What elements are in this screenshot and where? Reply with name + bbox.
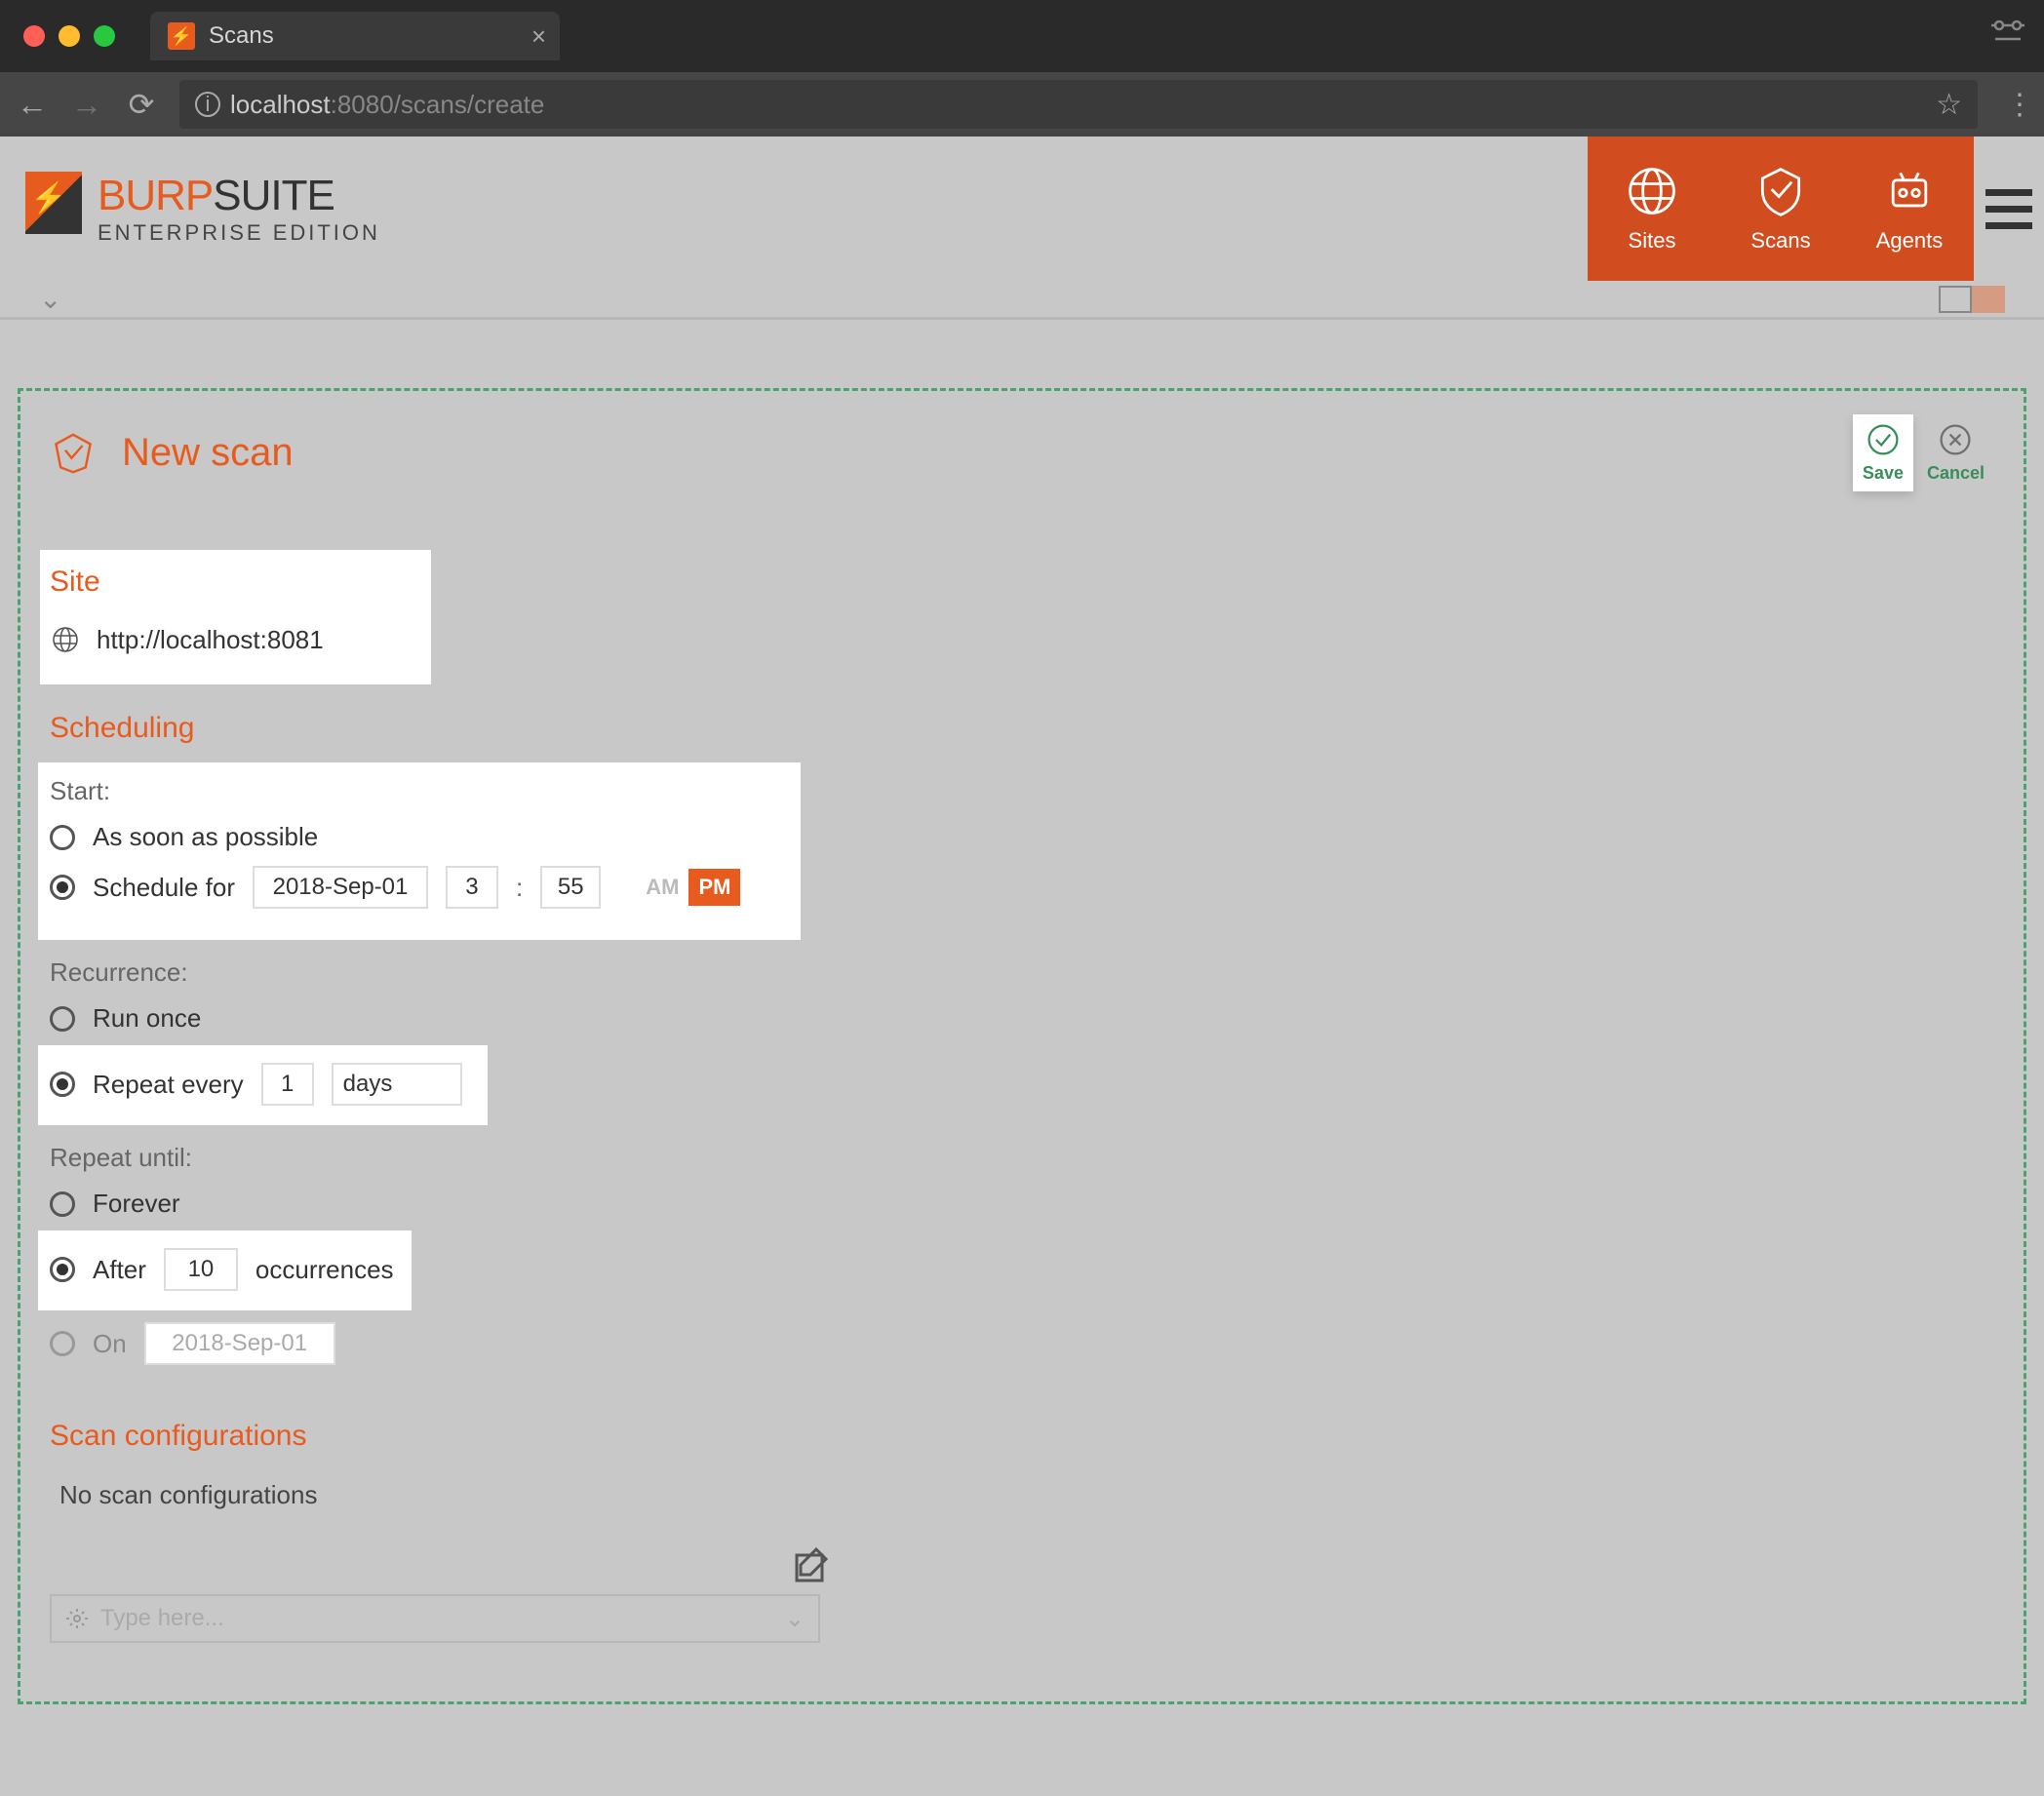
start-asap-option[interactable]: As soon as possible [50,820,740,854]
new-scan-panel: New scan Save Cancel Site http://localho… [18,388,2026,1704]
nav-scans[interactable]: Scans [1716,137,1845,281]
shield-icon [1753,164,1808,218]
robot-icon [1882,164,1937,218]
tab-title: Scans [209,22,531,50]
schedule-hour-input[interactable] [446,866,498,909]
recurrence-repeat-option[interactable]: Repeat every [50,1061,462,1108]
forward-icon[interactable]: → [70,87,103,123]
site-section-title: Site [50,566,324,599]
top-nav: Sites Scans Agents [1588,137,1974,281]
gear-icon [65,1607,89,1630]
sub-toolbar: ⌄ [0,281,2044,320]
panel-title: New scan [122,431,294,475]
logo-mark-icon [25,172,82,234]
view-toggle-left[interactable] [1939,286,1972,313]
edit-icon[interactable] [791,1545,830,1584]
panel-header: New scan Save Cancel [50,414,1994,491]
url-text: localhost:8080/scans/create [230,90,544,120]
maximize-window-icon[interactable] [94,25,115,47]
radio-checked-icon[interactable] [50,1072,75,1097]
address-bar-row: ← → ⟳ i localhost:8080/scans/create ☆ ⋮ [0,72,2044,137]
scan-config-section: Scan configurations No scan configuratio… [50,1420,1994,1643]
recurrence-run-once-option[interactable]: Run once [50,1001,1994,1035]
browser-menu-icon[interactable]: ⋮ [2005,88,2028,122]
nav-agents[interactable]: Agents [1845,137,1974,281]
cancel-button[interactable]: Cancel [1917,414,1994,491]
minimize-window-icon[interactable] [59,25,80,47]
close-circle-icon [1938,422,1973,457]
radio-checked-icon[interactable] [50,875,75,900]
radio-icon[interactable] [50,1331,75,1356]
close-tab-icon[interactable]: × [531,21,546,52]
after-occurrences-box: After occurrences [38,1230,412,1310]
recurrence-repeat-option-box: Repeat every [38,1045,488,1125]
radio-icon[interactable] [50,1006,75,1032]
chevron-down-icon[interactable]: ⌄ [785,1605,805,1633]
start-label: Start: [50,776,740,806]
time-colon: : [516,873,523,903]
close-window-icon[interactable] [23,25,45,47]
tab-bar: Scans × [0,0,2044,72]
repeat-until-label: Repeat until: [50,1143,1994,1173]
globe-icon [1625,164,1679,218]
occurrences-input[interactable] [164,1248,238,1291]
start-schedule-option[interactable]: Schedule for : AM PM [50,864,740,911]
scan-shield-icon [50,430,97,477]
site-url: http://localhost:8081 [97,625,324,655]
schedule-minute-input[interactable] [540,866,601,909]
back-icon[interactable]: ← [16,87,49,123]
logo[interactable]: BURPSUITE ENTERPRISE EDITION [25,172,380,246]
start-section: Start: As soon as possible Schedule for … [38,762,801,940]
save-button[interactable]: Save [1853,414,1913,491]
logo-text: BURPSUITE [98,172,380,220]
favicon-icon [168,22,195,50]
site-url-row: http://localhost:8081 [50,624,324,655]
globe-icon [50,624,81,655]
on-date-input[interactable] [144,1322,335,1365]
chevron-down-icon[interactable]: ⌄ [39,283,61,315]
nav-sites[interactable]: Sites [1588,137,1716,281]
view-toggle-right[interactable] [1972,286,2005,313]
bookmark-icon[interactable]: ☆ [1936,88,1962,122]
config-placeholder: Type here... [100,1605,224,1632]
logo-tagline: ENTERPRISE EDITION [98,220,380,246]
site-section: Site http://localhost:8081 [40,550,431,684]
on-date-option[interactable]: On [50,1320,1994,1367]
am-button[interactable]: AM [636,869,688,906]
reload-icon[interactable]: ⟳ [125,86,158,123]
browser-tab[interactable]: Scans × [150,12,560,60]
extension-icon[interactable] [1989,16,2026,43]
ampm-toggle: AM PM [636,869,740,906]
recurrence-label: Recurrence: [50,957,1994,988]
radio-icon[interactable] [50,1191,75,1217]
info-icon[interactable]: i [195,92,220,117]
view-toggle [1939,286,2005,313]
after-occurrences-option[interactable]: After occurrences [50,1246,394,1293]
app-header: BURPSUITE ENTERPRISE EDITION Sites Scans… [0,137,2044,281]
no-config-message: No scan configurations [59,1480,1994,1510]
scheduling-section-title: Scheduling [50,712,1994,745]
schedule-date-input[interactable] [253,866,428,909]
app-viewport: BURPSUITE ENTERPRISE EDITION Sites Scans… [0,137,2044,1796]
forever-option[interactable]: Forever [50,1187,1994,1221]
check-circle-icon [1866,422,1901,457]
browser-chrome: Scans × ← → ⟳ i localhost:8080/scans/cre… [0,0,2044,137]
repeat-value-input[interactable] [261,1063,314,1106]
pm-button[interactable]: PM [688,869,740,906]
scan-config-input[interactable]: Type here... ⌄ [50,1594,820,1643]
radio-checked-icon[interactable] [50,1257,75,1282]
repeat-unit-input[interactable] [332,1063,462,1106]
address-bar[interactable]: i localhost:8080/scans/create ☆ [179,80,1978,129]
radio-icon[interactable] [50,825,75,850]
hamburger-menu-icon[interactable] [1974,137,2044,281]
scan-config-title: Scan configurations [50,1420,1994,1453]
window-controls [0,25,138,47]
